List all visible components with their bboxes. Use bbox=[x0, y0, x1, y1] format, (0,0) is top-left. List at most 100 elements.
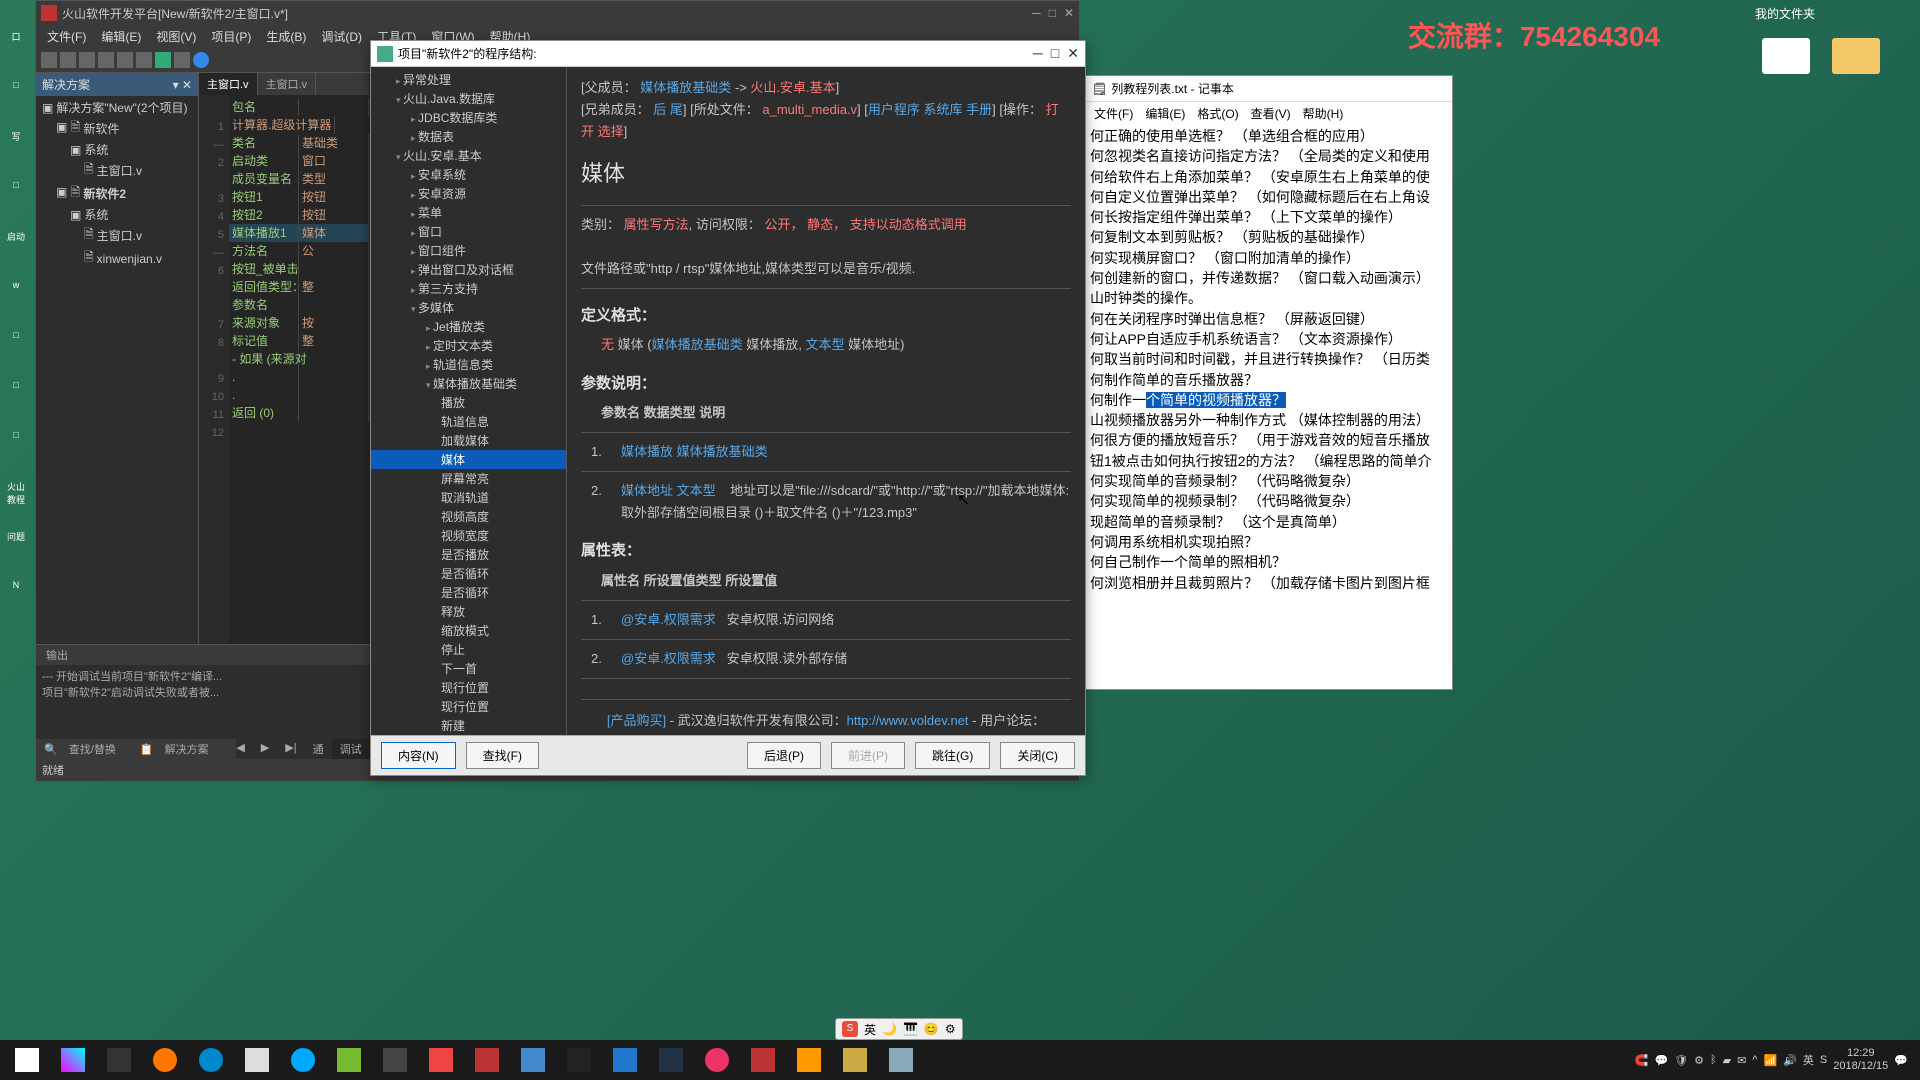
taskbar-app[interactable] bbox=[510, 1042, 556, 1078]
taskbar-app[interactable] bbox=[464, 1042, 510, 1078]
solution-root[interactable]: ▣ 解决方案"New"(2个项目) bbox=[38, 98, 196, 117]
taskbar-steam[interactable] bbox=[648, 1042, 694, 1078]
taskbar-calc[interactable] bbox=[372, 1042, 418, 1078]
tray-icon[interactable]: 🛡 bbox=[1674, 1054, 1688, 1067]
toolbar-icon[interactable] bbox=[155, 52, 171, 68]
tree-node[interactable]: 安卓系统 bbox=[371, 165, 566, 184]
ime-icon[interactable]: 🌙 bbox=[882, 1022, 897, 1036]
tree-node[interactable]: 加载媒体 bbox=[371, 431, 566, 450]
tree-node[interactable]: 多媒体 bbox=[371, 298, 566, 317]
tree-node[interactable]: 播放 bbox=[371, 393, 566, 412]
tree-node[interactable]: Jet播放类 bbox=[371, 317, 566, 336]
forward-button[interactable]: 前进(P) bbox=[831, 742, 905, 769]
tray-icon[interactable]: 🧲 bbox=[1635, 1054, 1649, 1067]
desktop-folder[interactable]: 我的文件夹 bbox=[1745, 5, 1825, 22]
toolbar-icon[interactable] bbox=[41, 52, 57, 68]
taskbar-app[interactable] bbox=[96, 1042, 142, 1078]
taskbar-app[interactable] bbox=[602, 1042, 648, 1078]
tree-node[interactable]: 释放 bbox=[371, 602, 566, 621]
taskbar-app[interactable] bbox=[694, 1042, 740, 1078]
toolbar-icon[interactable] bbox=[60, 52, 76, 68]
notification-icon[interactable]: 💬 bbox=[1894, 1054, 1908, 1067]
tree-node[interactable]: 现行位置 bbox=[371, 678, 566, 697]
toolbar-icon[interactable] bbox=[79, 52, 95, 68]
file-node[interactable]: 🗎 xinwenjian.v bbox=[38, 247, 196, 270]
tree-node[interactable]: 媒体 bbox=[371, 450, 566, 469]
folder-node[interactable]: ▣ 系统 bbox=[38, 140, 196, 159]
tray-icon[interactable]: ✉ bbox=[1737, 1054, 1746, 1067]
tree-node[interactable]: 是否循环 bbox=[371, 583, 566, 602]
toolbar-icon[interactable] bbox=[117, 52, 133, 68]
tray-icon[interactable]: ᛒ bbox=[1710, 1054, 1717, 1066]
editor-tab[interactable]: 主窗口.v bbox=[199, 73, 258, 95]
tree-node[interactable]: 定时文本类 bbox=[371, 336, 566, 355]
tree-node[interactable]: 现行位置 bbox=[371, 697, 566, 716]
tree-node[interactable]: 轨道信息类 bbox=[371, 355, 566, 374]
tree-node[interactable]: 弹出窗口及对话框 bbox=[371, 260, 566, 279]
ime-icon[interactable]: 🎹 bbox=[903, 1022, 918, 1036]
help-icon[interactable] bbox=[193, 52, 209, 68]
tree-node[interactable]: 媒体播放基础类 bbox=[371, 374, 566, 393]
folder-node[interactable]: ▣ 系统 bbox=[38, 205, 196, 224]
editor-tab[interactable]: 主窗口.v bbox=[258, 73, 317, 95]
taskbar-app[interactable] bbox=[326, 1042, 372, 1078]
tray-icon[interactable]: ^ bbox=[1752, 1054, 1757, 1066]
tray-icon[interactable]: ⚙ bbox=[1694, 1054, 1704, 1067]
tree-node[interactable]: 新建 bbox=[371, 716, 566, 735]
tab-find[interactable]: 🔍 查找/替换 bbox=[36, 739, 132, 759]
tree-node[interactable]: 屏幕常亮 bbox=[371, 469, 566, 488]
tree-node[interactable]: 异常处理 bbox=[371, 70, 566, 89]
taskbar-app[interactable] bbox=[418, 1042, 464, 1078]
taskbar-app[interactable] bbox=[234, 1042, 280, 1078]
toolbar-icon[interactable] bbox=[174, 52, 190, 68]
tray-icon[interactable]: 💬 bbox=[1654, 1054, 1668, 1067]
close-icon[interactable]: ✕ bbox=[1064, 6, 1074, 20]
tree-node[interactable]: 视频宽度 bbox=[371, 526, 566, 545]
taskbar-app[interactable] bbox=[878, 1042, 924, 1078]
tray-icon[interactable]: 📶 bbox=[1763, 1054, 1777, 1067]
tree-node[interactable]: 视频高度 bbox=[371, 507, 566, 526]
dropdown-icon[interactable]: ▾ ✕ bbox=[173, 78, 192, 92]
parent-link[interactable]: 媒体播放基础类 bbox=[640, 80, 731, 95]
structure-tree[interactable]: 异常处理火山.Java.数据库JDBC数据库类数据表火山.安卓.基本安卓系统安卓… bbox=[371, 67, 566, 735]
file-node[interactable]: 🗎 主窗口.v bbox=[38, 159, 196, 182]
taskbar-app[interactable] bbox=[740, 1042, 786, 1078]
find-button[interactable]: 查找(F) bbox=[466, 742, 539, 769]
tab-solution[interactable]: 📋 解决方案 bbox=[132, 739, 225, 759]
tree-node[interactable]: 数据表 bbox=[371, 127, 566, 146]
goto-button[interactable]: 跳往(G) bbox=[915, 742, 990, 769]
tree-node[interactable]: 是否播放 bbox=[371, 545, 566, 564]
sogou-icon[interactable]: S bbox=[842, 1021, 858, 1037]
taskbar-ie[interactable] bbox=[280, 1042, 326, 1078]
tree-node[interactable]: 窗口 bbox=[371, 222, 566, 241]
tree-node[interactable]: 取消轨道 bbox=[371, 488, 566, 507]
tray-ime[interactable]: S bbox=[1820, 1054, 1827, 1066]
taskbar-firefox[interactable] bbox=[142, 1042, 188, 1078]
back-button[interactable]: 后退(P) bbox=[747, 742, 821, 769]
tree-node[interactable]: 第三方支持 bbox=[371, 279, 566, 298]
ime-toolbar[interactable]: S 英 🌙 🎹 😊 ⚙ bbox=[835, 1018, 963, 1040]
tree-node[interactable]: JDBC数据库类 bbox=[371, 108, 566, 127]
taskbar-app[interactable] bbox=[832, 1042, 878, 1078]
tree-node[interactable]: 火山.安卓.基本 bbox=[371, 146, 566, 165]
content-button[interactable]: 内容(N) bbox=[381, 742, 456, 769]
tray-icon[interactable]: ▰ bbox=[1723, 1054, 1731, 1067]
desktop-app-icon[interactable] bbox=[1762, 38, 1810, 74]
ime-icon[interactable]: 😊 bbox=[924, 1022, 939, 1036]
tree-node[interactable]: 窗口组件 bbox=[371, 241, 566, 260]
maximize-icon[interactable]: □ bbox=[1049, 6, 1056, 20]
platform-link[interactable]: 火山.安卓.基本 bbox=[750, 80, 835, 95]
tree-node[interactable]: 安卓资源 bbox=[371, 184, 566, 203]
maximize-icon[interactable]: □ bbox=[1051, 45, 1059, 62]
taskbar-edge[interactable] bbox=[188, 1042, 234, 1078]
tray-icon[interactable]: 🔊 bbox=[1783, 1054, 1797, 1067]
minimize-icon[interactable]: ─ bbox=[1032, 6, 1041, 20]
file-node[interactable]: 🗎 主窗口.v bbox=[38, 224, 196, 247]
toolbar-icon[interactable] bbox=[98, 52, 114, 68]
tree-node[interactable]: 缩放模式 bbox=[371, 621, 566, 640]
tree-node[interactable]: 停止 bbox=[371, 640, 566, 659]
close-button[interactable]: 关闭(C) bbox=[1000, 742, 1075, 769]
taskbar-clock[interactable]: 12:29 2018/12/15 bbox=[1833, 1047, 1888, 1073]
tree-node[interactable]: 是否循环 bbox=[371, 564, 566, 583]
close-icon[interactable]: ✕ bbox=[1067, 45, 1079, 62]
